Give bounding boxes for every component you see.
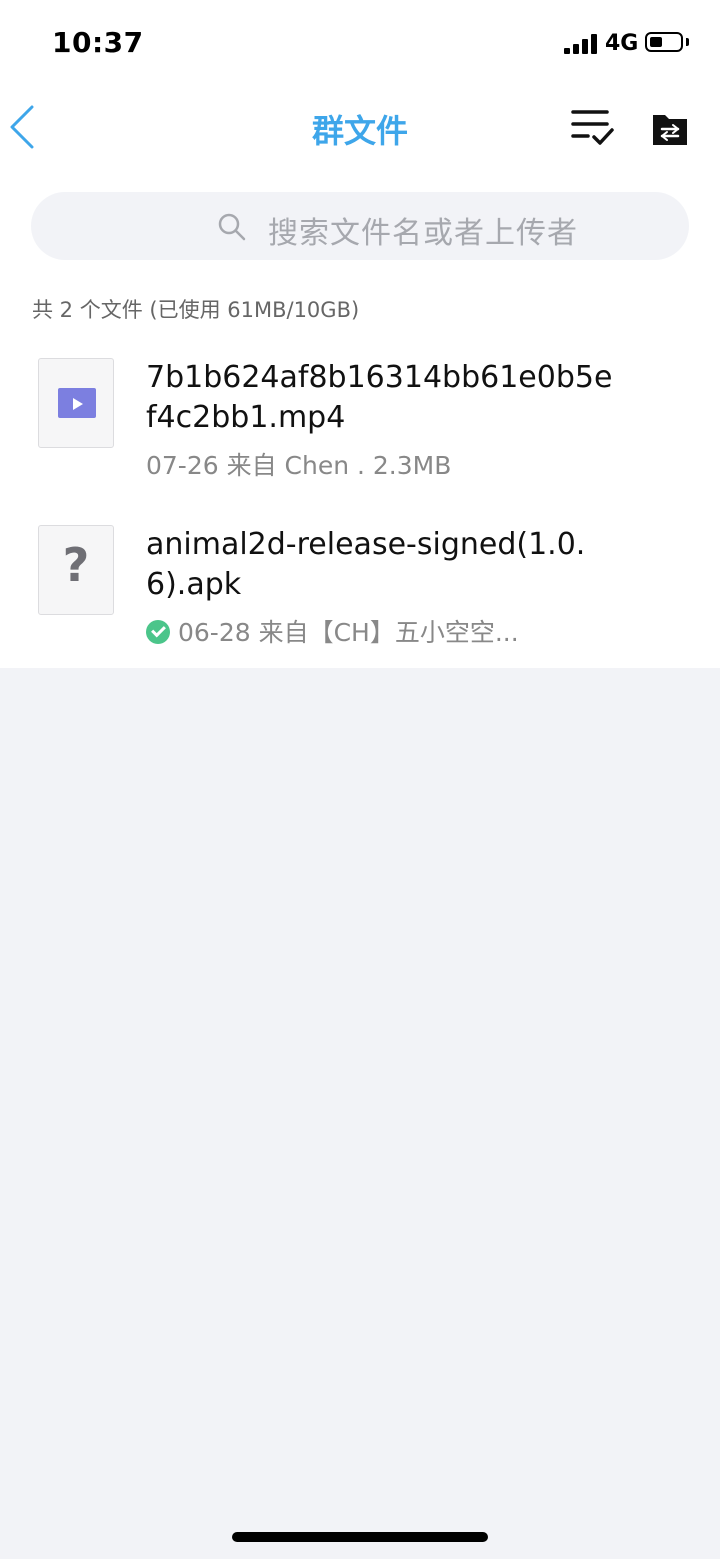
search-input[interactable]: 搜索文件名或者上传者 (31, 192, 689, 260)
multi-select-button[interactable] (570, 106, 616, 150)
unknown-file-icon: ? (38, 525, 114, 615)
file-name: animal2d-release-signed(1.0.6).apk (146, 527, 586, 602)
battery-tip (686, 38, 689, 46)
nav-bar: 群文件 (0, 88, 720, 168)
file-meta-row: 06-28 来自【CH】五小空空... (146, 613, 519, 649)
file-meta: 06-28 来自【CH】五小空空... (178, 618, 519, 647)
network-type: 4G (605, 31, 639, 56)
file-list-item[interactable]: 7b1b624af8b16314bb61e0b5ef4c2bb1.mp4 07-… (0, 340, 720, 500)
file-list-item[interactable]: ? animal2d-release-signed(1.0.6).apk 06-… (0, 507, 720, 667)
play-icon (58, 388, 96, 418)
question-mark-icon: ? (62, 538, 90, 592)
home-indicator[interactable] (232, 1532, 488, 1542)
file-count-summary: 共 2 个文件 (已使用 61MB/10GB) (32, 298, 360, 322)
downloaded-check-icon (146, 620, 170, 644)
file-meta: 07-26 来自 Chen . 2.3MB (146, 451, 452, 480)
signal-icon (564, 34, 598, 54)
video-file-icon (38, 358, 114, 448)
status-bar: 10:37 4G (0, 0, 720, 88)
file-name: 7b1b624af8b16314bb61e0b5ef4c2bb1.mp4 (146, 360, 613, 435)
search-placeholder: 搜索文件名或者上传者 (268, 216, 578, 251)
folder-transfer-icon (653, 115, 687, 145)
sort-check-icon (571, 110, 614, 145)
transfer-button[interactable] (650, 110, 690, 148)
battery-icon (645, 32, 683, 52)
status-time: 10:37 (52, 26, 144, 59)
search-icon (218, 213, 246, 241)
